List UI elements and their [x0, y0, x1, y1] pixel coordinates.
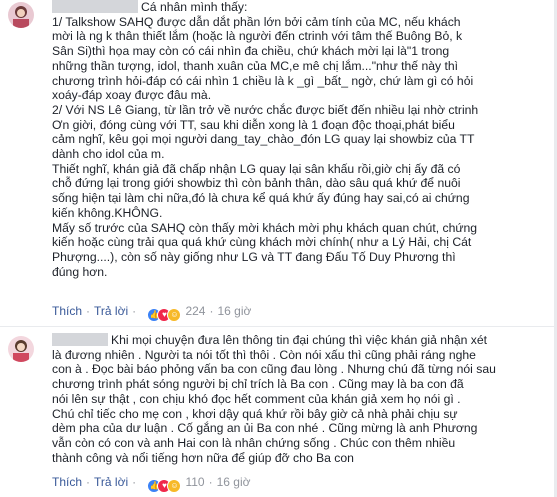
comment-line: đúng hơn.: [52, 264, 108, 279]
separator-dot: ·: [208, 475, 213, 489]
separator-dot: ·: [132, 304, 137, 318]
user-avatar-icon[interactable]: [8, 336, 34, 362]
comment-line: dành cho idol của m.: [52, 147, 165, 162]
reaction-icons[interactable]: 👍 ♥ ☺: [147, 477, 182, 493]
comment-1-first-line: Cá nhân mình thấy:: [52, 0, 550, 15]
comment-line: chương trình phát sóng người bị chỉ tríc…: [52, 377, 464, 392]
comment-line: Thiết nghĩ, khán giả đã chấp nhận LG qua…: [52, 161, 461, 176]
comment-line: nói lên sự thật , con chịu khó đọc hết c…: [52, 391, 461, 406]
wow-reaction-icon: ☺: [167, 478, 182, 493]
comment-line: chỗ đứng lại trong giới showbiz thì còn …: [52, 176, 461, 191]
like-link[interactable]: Thích: [52, 475, 82, 489]
comment-line: Chú chỉ tiếc cho mẹ con , khơi dậy quá k…: [52, 406, 458, 421]
comment-line: vẫn còn có con và anh Hai con là nhân ch…: [52, 435, 456, 450]
comment-line: Phượng....), còn số này giống như LG và …: [52, 249, 456, 264]
reaction-count[interactable]: 110: [185, 475, 204, 489]
comment-line: 1/ Talkshow SAHQ được dẫn dắt phần lớn b…: [52, 14, 461, 29]
comment-line: Ơn giời, đóng cùng với TT, sau khi diễn …: [52, 117, 455, 132]
comment-2-text: Khi mọi chuyện đưa lên thông tin đại chú…: [52, 333, 550, 465]
reaction-count[interactable]: 224: [185, 304, 205, 318]
comment-line: kiến hoặc cùng trải qua quá khứ cùng khá…: [52, 235, 472, 250]
user-avatar-icon[interactable]: [8, 2, 34, 28]
separator-dot: ·: [132, 475, 137, 489]
comment-1-actions: Thích · Trả lời · 👍 ♥ ☺ 224 · 16 giờ: [52, 303, 251, 322]
comment-2-first-line: Khi mọi chuyện đưa lên thông tin đại chú…: [52, 333, 550, 348]
comment-line: những thần tượng, idol, thanh xuân của M…: [52, 58, 459, 73]
comment-line: cảm nghĩ, kêu gọi mọi người dang_tay_chà…: [52, 132, 475, 147]
comment-line: dèm pha của dư luận . Cố gắng an ủi Ba c…: [52, 421, 478, 436]
comment-line: chương trình hỏi-đáp có cái nhìn 1 chiều…: [52, 73, 474, 88]
reaction-icons[interactable]: 👍 ♥ ☺: [147, 306, 182, 322]
reply-link[interactable]: Trả lời: [94, 475, 128, 489]
comment-divider: [0, 326, 557, 327]
comment-line: là đương nhiên . Người ta nói tốt thì th…: [52, 347, 476, 362]
comment-line: xoáy-đáp xoay được đâu mà.: [52, 88, 212, 103]
separator-dot: ·: [209, 304, 214, 318]
comment-line: con à . Đọc bài báo phỏng vấn ba con cũn…: [52, 362, 496, 377]
like-link[interactable]: Thích: [52, 304, 82, 318]
separator-dot: ·: [86, 304, 91, 318]
comment-line: kiến không.KHÔNG.: [52, 205, 163, 220]
comment-line: sống hiện tại làm chi nữa,đó là chưa kể …: [52, 191, 470, 206]
comment-line: 2/ Với NS Lê Giang, từ lần trở về nước c…: [52, 102, 479, 117]
comment-line: Mấy số trước của SAHQ còn thấy mời khách…: [52, 220, 478, 235]
comment-1-text: Cá nhân mình thấy: 1/ Talkshow SAHQ được…: [52, 0, 550, 279]
commenter-name-redacted[interactable]: [52, 333, 108, 346]
timestamp[interactable]: 16 giờ: [217, 304, 251, 318]
separator-dot: ·: [86, 475, 91, 489]
haha-reaction-icon: ☺: [167, 307, 182, 322]
comment-line: mời là ng k thân thiết lắm (hoặc là ngườ…: [52, 29, 463, 44]
commenter-name-redacted[interactable]: [52, 0, 138, 13]
reply-link[interactable]: Trả lời: [94, 304, 128, 318]
comment-2-actions: Thích · Trả lời · 👍 ♥ ☺ 110 · 16 giờ: [52, 474, 250, 493]
timestamp[interactable]: 16 giờ: [217, 475, 251, 489]
comment-line: thành công và nổi tiếng hơn nữa để giúp …: [52, 450, 354, 465]
comment-line: Sân Si)thì họa may còn có cái nhìn đa ch…: [52, 44, 450, 59]
